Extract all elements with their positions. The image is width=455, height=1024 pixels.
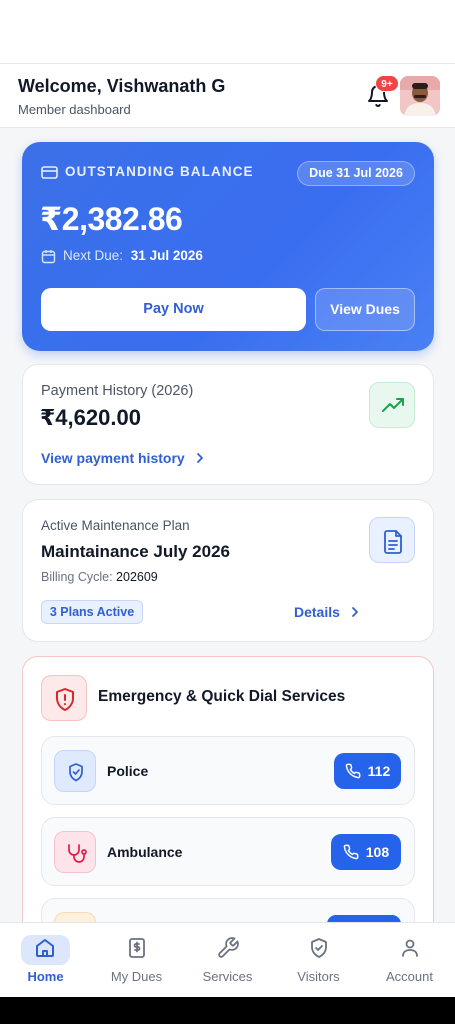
- document-icon-box: [369, 517, 415, 563]
- trending-up-icon-box: [369, 382, 415, 428]
- home-icon: [36, 939, 54, 957]
- nav-item-account[interactable]: Account: [364, 922, 455, 997]
- due-date-pill: Due 31 Jul 2026: [297, 161, 415, 186]
- details-link[interactable]: Details: [294, 604, 362, 620]
- police-number: 112: [367, 763, 391, 779]
- stethoscope-icon-box: [54, 831, 96, 873]
- billing-cycle-label: Billing Cycle:: [41, 570, 113, 584]
- nav-item-home[interactable]: Home: [0, 922, 91, 997]
- nav-label-home: Home: [27, 969, 64, 984]
- header-subtitle: Member dashboard: [18, 102, 131, 117]
- nav-label-my-dues: My Dues: [110, 969, 163, 984]
- maintenance-plan-title: Maintainance July 2026: [41, 542, 230, 561]
- user-icon: [402, 939, 418, 957]
- pay-now-button[interactable]: Pay Now: [41, 288, 306, 331]
- chevron-right-icon: [196, 453, 203, 463]
- nav-label-account: Account: [386, 969, 433, 984]
- phone-icon: [345, 763, 361, 779]
- nav-item-services[interactable]: Services: [182, 922, 273, 997]
- avatar[interactable]: [400, 76, 440, 116]
- call-ambulance-button[interactable]: 108: [331, 834, 401, 870]
- system-navigation-bar: [0, 997, 455, 1024]
- calendar-icon: [41, 250, 56, 264]
- payment-history-title: Payment History (2026): [41, 383, 194, 399]
- wrench-icon: [218, 937, 239, 958]
- service-name-police: Police: [107, 763, 149, 779]
- nav-label-visitors: Visitors: [297, 969, 340, 984]
- status-bar-area: [0, 0, 455, 64]
- receipt-icon: [129, 938, 145, 958]
- next-due-value: 31 Jul 2026: [130, 248, 203, 263]
- trending-up-icon: [382, 398, 404, 412]
- welcome-title: Welcome, Vishwanath G: [18, 76, 226, 96]
- stethoscope-icon: [68, 844, 87, 863]
- shield-check-icon-box: [54, 750, 96, 792]
- service-name-ambulance: Ambulance: [107, 844, 183, 860]
- outstanding-amount: ₹2,382.86: [40, 201, 183, 237]
- document-icon: [384, 530, 402, 554]
- shield-alert-icon-box: [41, 675, 87, 721]
- outstanding-balance-label: OUTSTANDING BALANCE: [65, 164, 254, 179]
- ambulance-number: 108: [365, 844, 390, 860]
- nav-label-services: Services: [202, 969, 253, 984]
- payment-history-amount: ₹4,620.00: [40, 405, 141, 430]
- emergency-title: Emergency & Quick Dial Services: [98, 688, 346, 705]
- chevron-right-icon: [351, 607, 358, 617]
- billing-cycle-value: 202609: [116, 570, 158, 584]
- shield-check-icon: [69, 763, 83, 782]
- maintenance-plan-label: Active Maintenance Plan: [41, 518, 190, 533]
- view-payment-history-label: View payment history: [41, 450, 185, 466]
- nav-item-visitors[interactable]: Visitors: [273, 922, 364, 997]
- next-due-label: Next Due:: [63, 248, 124, 263]
- shield-icon: [311, 938, 327, 958]
- billing-cycle: Billing Cycle: 202609: [41, 570, 158, 584]
- view-payment-history-link[interactable]: View payment history: [41, 450, 207, 466]
- shield-alert-icon: [56, 688, 74, 711]
- credit-card-icon: [41, 166, 58, 179]
- plans-active-badge: 3 Plans Active: [41, 600, 143, 624]
- nav-item-my-dues[interactable]: My Dues: [91, 922, 182, 997]
- next-due: Next Due: 31 Jul 2026: [63, 248, 203, 263]
- notification-badge: 9+: [375, 75, 399, 92]
- phone-icon: [343, 844, 359, 860]
- details-label: Details: [294, 604, 340, 620]
- call-police-button[interactable]: 112: [334, 753, 401, 789]
- app-header: Welcome, Vishwanath G Member dashboard: [0, 64, 455, 128]
- view-dues-button[interactable]: View Dues: [315, 288, 415, 331]
